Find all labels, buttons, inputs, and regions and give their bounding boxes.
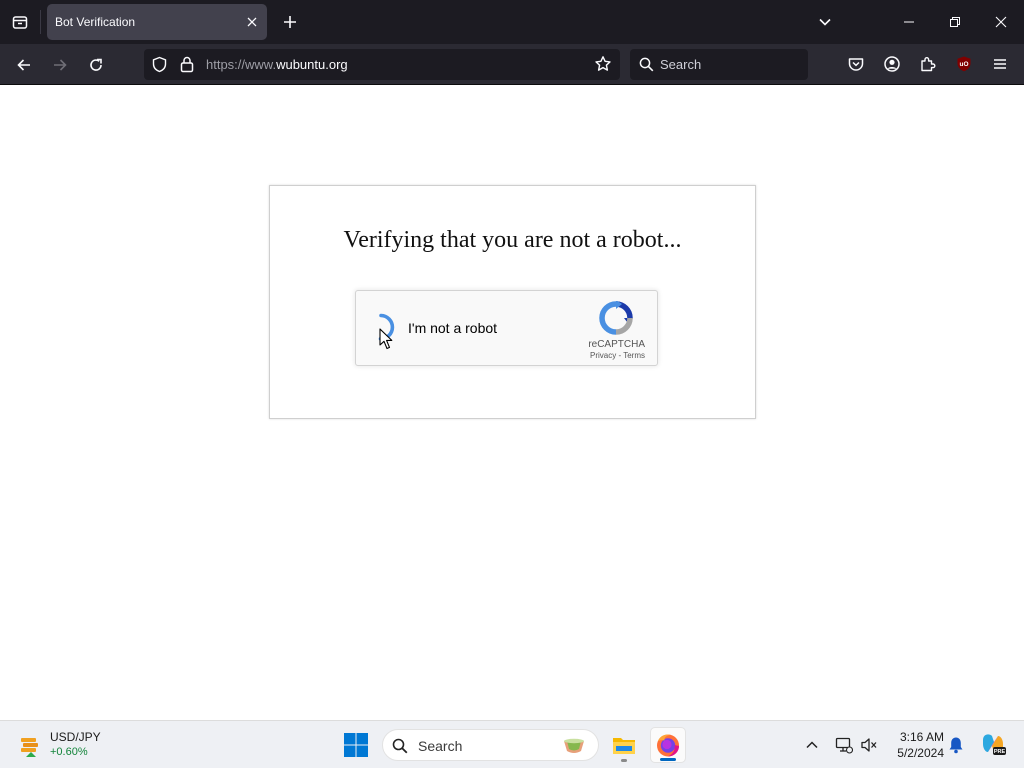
- arrow-left-icon: [17, 59, 30, 71]
- new-tab-button[interactable]: [279, 11, 301, 33]
- close-icon: [995, 16, 1007, 28]
- recaptcha-brand: reCAPTCHA: [588, 339, 645, 350]
- privacy-link[interactable]: Privacy: [590, 351, 616, 360]
- minimize-icon: [904, 21, 914, 23]
- back-button[interactable]: [12, 53, 36, 77]
- show-hidden-icons-button[interactable]: [801, 734, 823, 756]
- start-button[interactable]: [343, 732, 369, 758]
- search-icon: [639, 57, 654, 72]
- recaptcha-widget: I'm not a robot reCAPTCHA Privacy - Term…: [355, 290, 658, 366]
- tab-title: Bot Verification: [55, 15, 136, 29]
- restore-icon: [950, 17, 960, 27]
- pocket-icon: [848, 58, 864, 71]
- volume-button[interactable]: [858, 734, 880, 756]
- windows-logo-icon: [344, 733, 368, 757]
- search-bar[interactable]: Search: [630, 49, 808, 80]
- reload-icon: [90, 58, 102, 71]
- minimize-button[interactable]: [898, 11, 920, 33]
- currency-widget[interactable]: USD/JPY +0.60%: [14, 727, 134, 763]
- chevron-up-icon: [806, 741, 818, 749]
- clock[interactable]: 3:16 AM 5/2/2024: [884, 729, 944, 761]
- clock-date: 5/2/2024: [897, 746, 944, 760]
- list-all-tabs-button[interactable]: [814, 11, 836, 33]
- verification-card: Verifying that you are not a robot... I'…: [269, 185, 756, 419]
- restore-button[interactable]: [944, 11, 966, 33]
- taskbar-search[interactable]: Search: [382, 729, 599, 761]
- bell-icon: [949, 737, 963, 754]
- terms-link[interactable]: Terms: [623, 351, 645, 360]
- notifications-button[interactable]: [945, 734, 967, 756]
- extensions-button[interactable]: [917, 53, 939, 75]
- close-icon: [247, 17, 257, 27]
- svg-text:uO: uO: [959, 61, 968, 68]
- file-explorer-taskbar-button[interactable]: [606, 727, 642, 763]
- running-indicator: [621, 759, 627, 762]
- recaptcha-logo: [599, 301, 633, 335]
- mouse-cursor-icon: [379, 328, 393, 350]
- network-monitor-icon: [835, 737, 853, 754]
- shield-icon[interactable]: [151, 56, 168, 73]
- recaptcha-links: Privacy - Terms: [590, 351, 645, 360]
- copilot-button[interactable]: PRE: [979, 730, 1007, 758]
- tab-list-icon: [12, 16, 28, 29]
- tab-bot-verification[interactable]: Bot Verification: [47, 4, 267, 40]
- firefox-icon: [657, 734, 679, 757]
- widget-title: USD/JPY: [50, 730, 101, 744]
- svg-text:PRE: PRE: [994, 749, 1006, 755]
- tab-separator: [40, 10, 41, 34]
- address-bar[interactable]: https://www.wubuntu.org: [144, 49, 620, 80]
- plus-icon: [284, 16, 296, 28]
- arrow-right-icon: [54, 59, 67, 71]
- navigation-toolbar: https://www.wubuntu.org Search uO: [0, 44, 1024, 85]
- search-icon: [392, 738, 408, 754]
- chevron-down-icon: [819, 18, 831, 26]
- account-icon: [884, 56, 900, 72]
- hamburger-menu-icon: [994, 59, 1006, 69]
- speaker-muted-icon: [861, 738, 877, 752]
- bookmark-star-icon[interactable]: [594, 55, 612, 73]
- taskbar-search-input[interactable]: Search: [418, 738, 462, 754]
- forward-button[interactable]: [48, 53, 72, 77]
- url-prefix: https://www.: [206, 57, 277, 72]
- ublock-origin-button[interactable]: uO: [953, 53, 975, 75]
- puzzle-icon: [921, 57, 936, 72]
- verification-heading: Verifying that you are not a robot...: [343, 227, 682, 253]
- tab-list-button[interactable]: [8, 10, 32, 34]
- windows-taskbar: USD/JPY +0.60% Search 3:16 AM 5/2/2024 P…: [0, 720, 1024, 768]
- page-content: Verifying that you are not a robot... I'…: [0, 85, 1024, 720]
- active-indicator: [660, 758, 676, 761]
- network-button[interactable]: [833, 734, 855, 756]
- copilot-icon: PRE: [983, 734, 1006, 755]
- pocket-button[interactable]: [845, 53, 867, 75]
- widget-change: +0.60%: [50, 746, 88, 758]
- search-highlight-icon: [564, 738, 584, 753]
- currency-chart-icon: [21, 738, 38, 757]
- firefox-taskbar-button[interactable]: [650, 727, 686, 763]
- close-window-button[interactable]: [990, 11, 1012, 33]
- tab-close-button[interactable]: [243, 13, 261, 31]
- browser-tab-bar: Bot Verification: [0, 0, 1024, 44]
- recaptcha-logo-icon: [599, 301, 633, 335]
- search-input[interactable]: Search: [660, 57, 701, 72]
- url-host: wubuntu.org: [276, 57, 348, 72]
- lock-icon[interactable]: [179, 55, 195, 73]
- clock-time: 3:16 AM: [899, 730, 944, 744]
- folder-icon: [613, 738, 635, 754]
- app-menu-button[interactable]: [989, 53, 1011, 75]
- ublock-icon: uO: [957, 56, 971, 72]
- url-text[interactable]: https://www.wubuntu.org: [206, 57, 348, 72]
- recaptcha-label: I'm not a robot: [408, 320, 498, 336]
- reload-button[interactable]: [84, 53, 108, 77]
- account-button[interactable]: [881, 53, 903, 75]
